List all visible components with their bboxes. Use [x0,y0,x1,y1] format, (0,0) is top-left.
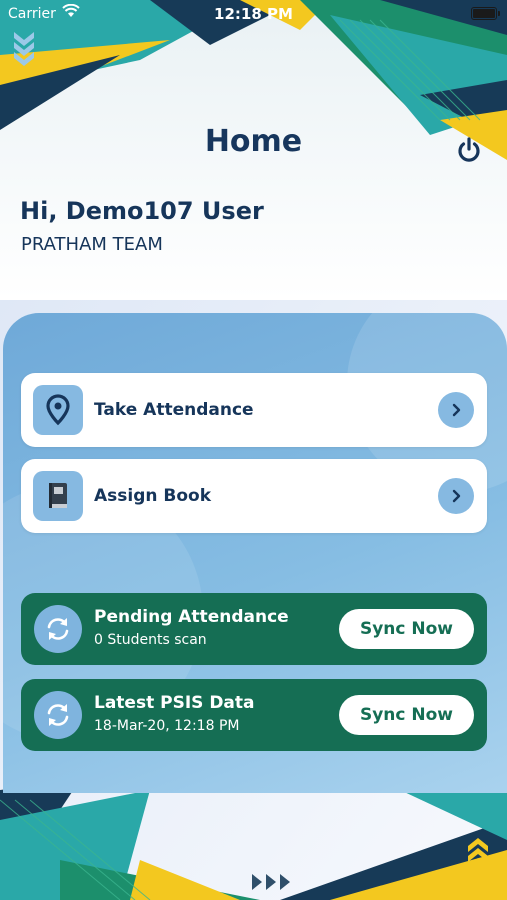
take-attendance-button[interactable]: Take Attendance [21,373,487,447]
take-attendance-label: Take Attendance [94,400,254,420]
pending-attendance-count: 0 Students scan [94,632,207,648]
latest-psis-title: Latest PSIS Data [94,693,255,713]
battery-icon [471,7,500,20]
power-button[interactable] [451,132,487,168]
status-bar: Carrier 12:18 PM [0,0,507,30]
pending-attendance-title: Pending Attendance [94,607,289,627]
page-title: Home [204,124,303,159]
sync-icon [34,691,82,739]
chevron-right-icon [438,392,474,428]
assign-book-label: Assign Book [94,486,212,506]
book-icon [33,471,83,521]
chevron-right-icon [438,478,474,514]
pending-attendance-card: Pending Attendance 0 Students scan Sync … [21,593,487,665]
location-pin-icon [33,385,83,435]
team-name: PRATHAM TEAM [21,234,163,255]
latest-psis-timestamp: 18-Mar-20, 12:18 PM [94,718,240,734]
latest-psis-card: Latest PSIS Data 18-Mar-20, 12:18 PM Syn… [21,679,487,751]
sync-attendance-button[interactable]: Sync Now [339,609,474,649]
power-icon [458,137,480,162]
status-time: 12:18 PM [214,5,293,23]
sync-psis-button[interactable]: Sync Now [339,695,474,735]
user-greeting: Hi, Demo107 User [20,197,264,225]
sync-icon [34,605,82,653]
assign-book-button[interactable]: Assign Book [21,459,487,533]
